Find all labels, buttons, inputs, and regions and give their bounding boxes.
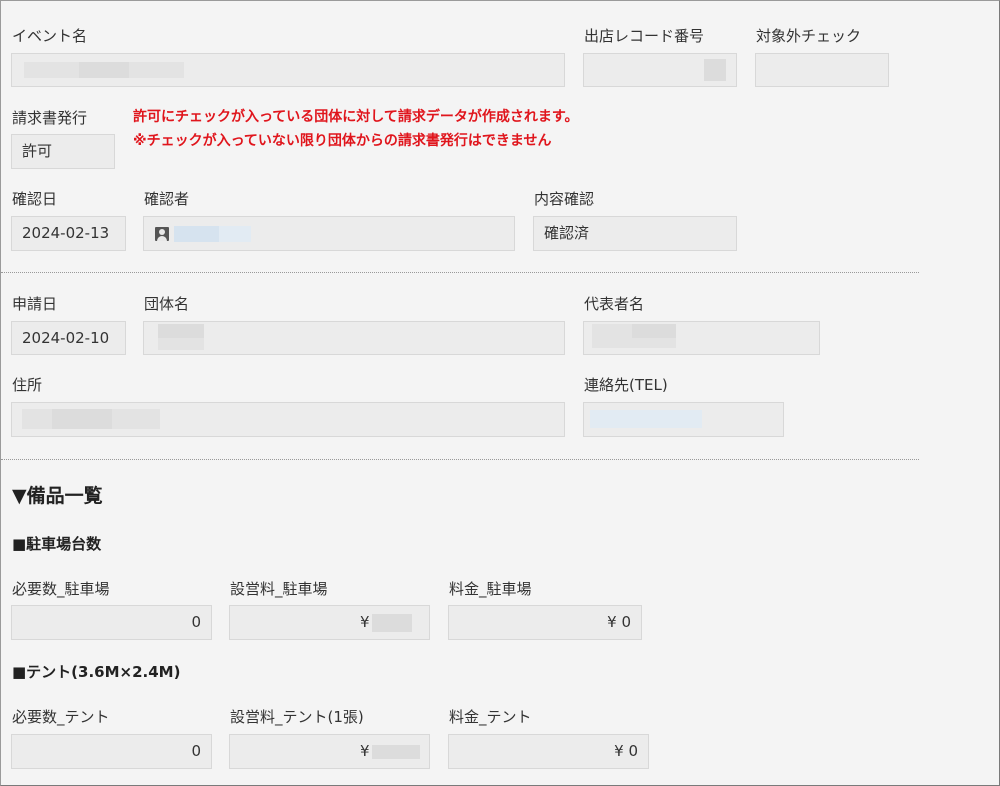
exclude-check-label: 対象外チェック	[756, 27, 862, 45]
parking-unit-fee-value: ¥	[360, 613, 370, 631]
tent-fee-label: 料金_テント	[449, 708, 532, 726]
redacted-value	[24, 62, 79, 78]
section-divider	[1, 272, 919, 273]
event-name-label: イベント名	[12, 27, 88, 45]
record-form: イベント名 出店レコード番号 対象外チェック 請求書発行 許可 許可にチェックが…	[0, 0, 1000, 786]
rep-name-label: 代表者名	[584, 295, 645, 313]
redacted-value	[158, 324, 204, 338]
org-name-label: 団体名	[144, 295, 190, 313]
section-divider	[1, 459, 919, 460]
exclude-check-field	[755, 53, 889, 87]
tel-field	[583, 402, 784, 437]
parking-qty-field: 0	[11, 605, 212, 640]
redacted-value	[52, 409, 112, 429]
parking-fee-field: ¥ 0	[448, 605, 642, 640]
redacted-value	[112, 409, 160, 429]
tent-unit-fee-field: ¥	[229, 734, 430, 769]
content-check-label: 内容確認	[534, 190, 595, 208]
tent-fee-field: ¥ 0	[448, 734, 649, 769]
org-name-field	[143, 321, 565, 355]
parking-unit-fee-field: ¥	[229, 605, 430, 640]
parking-unit-fee-label: 設営料_駐車場	[230, 580, 328, 598]
billing-field: 許可	[11, 134, 115, 169]
address-field	[11, 402, 565, 437]
tent-qty-field: 0	[11, 734, 212, 769]
parking-section-title: ■駐車場台数	[12, 535, 102, 553]
redacted-value	[158, 338, 204, 350]
redacted-value	[632, 324, 676, 338]
redacted-value	[22, 409, 52, 429]
redacted-value	[372, 745, 420, 759]
tent-section-title: ■テント(3.6M×2.4M)	[12, 663, 181, 681]
tent-unit-fee-value: ¥	[360, 742, 370, 760]
event-name-field	[11, 53, 565, 87]
tel-label: 連絡先(TEL)	[584, 376, 668, 394]
rep-name-field	[583, 321, 820, 355]
equipment-heading: ▼備品一覧	[12, 485, 103, 507]
tent-qty-label: 必要数_テント	[12, 708, 110, 726]
record-no-field	[583, 53, 737, 87]
record-no-label: 出店レコード番号	[584, 27, 705, 45]
redacted-value	[592, 324, 632, 338]
billing-notice-line1: 許可にチェックが入っている団体に対して請求データが作成されます。	[133, 109, 579, 125]
confirm-date-label: 確認日	[12, 190, 58, 208]
redacted-value	[174, 226, 219, 242]
confirmer-field	[143, 216, 515, 251]
parking-qty-label: 必要数_駐車場	[12, 580, 110, 598]
redacted-value	[704, 59, 726, 81]
apply-date-label: 申請日	[12, 295, 58, 313]
parking-fee-label: 料金_駐車場	[449, 580, 532, 598]
redacted-value	[590, 410, 702, 428]
confirmer-label: 確認者	[144, 190, 190, 208]
apply-date-field: 2024-02-10	[11, 321, 126, 355]
user-icon	[155, 227, 169, 241]
billing-label: 請求書発行	[12, 109, 88, 127]
billing-notice-line2: ※チェックが入っていない限り団体からの請求書発行はできません	[133, 133, 552, 149]
redacted-value	[79, 62, 129, 78]
address-label: 住所	[12, 376, 43, 394]
redacted-value	[129, 62, 184, 78]
tent-unit-fee-label: 設営料_テント(1張)	[230, 708, 364, 726]
content-check-field: 確認済	[533, 216, 737, 251]
redacted-value	[592, 338, 676, 348]
redacted-value	[372, 614, 412, 632]
confirm-date-field: 2024-02-13	[11, 216, 126, 251]
redacted-value	[219, 226, 251, 242]
